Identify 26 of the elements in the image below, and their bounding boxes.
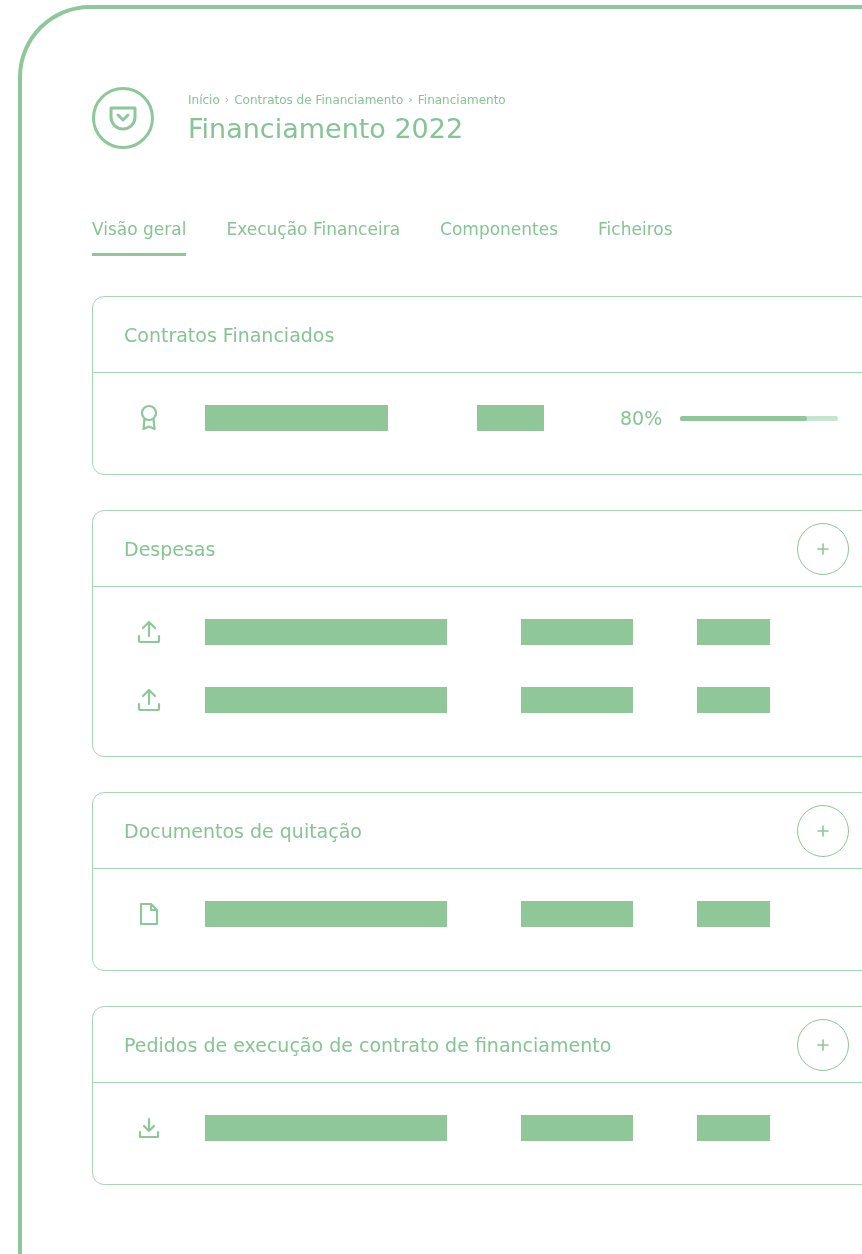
upload-icon	[137, 686, 161, 714]
file-icon	[137, 900, 161, 928]
tab[interactable]: Execução Financeira	[226, 219, 401, 256]
plus-icon	[817, 1038, 829, 1051]
add-button[interactable]	[797, 1018, 849, 1071]
tab[interactable]: Visão geral	[92, 219, 187, 256]
upload-icon	[137, 618, 161, 646]
breadcrumb-link[interactable]: Início	[188, 92, 220, 107]
breadcrumb-separator: ›	[408, 93, 413, 106]
plus-icon	[817, 824, 829, 837]
section-title: Contratos Financiados	[124, 323, 335, 346]
add-button[interactable]	[797, 804, 849, 857]
pocket-logo-icon	[92, 87, 154, 149]
tab[interactable]: Ficheiros	[598, 219, 673, 256]
page-title: Financiamento 2022	[188, 112, 465, 144]
breadcrumb-separator: ›	[224, 93, 230, 106]
placeholder-bar	[477, 405, 544, 431]
tab[interactable]: Componentes	[440, 219, 559, 256]
section-title: Pedidos de execução de contrato de financiamento	[124, 1033, 612, 1056]
breadcrumb-link[interactable]: Financiamento	[417, 92, 506, 107]
progress-reading: 80%	[620, 407, 663, 429]
section-title: Documentos de quitação	[124, 819, 362, 842]
add-button[interactable]	[797, 522, 849, 575]
section-title: Despesas	[124, 537, 216, 560]
breadcrumb-link[interactable]: Contratos de Financiamento	[234, 92, 404, 107]
plus-icon	[817, 542, 829, 555]
